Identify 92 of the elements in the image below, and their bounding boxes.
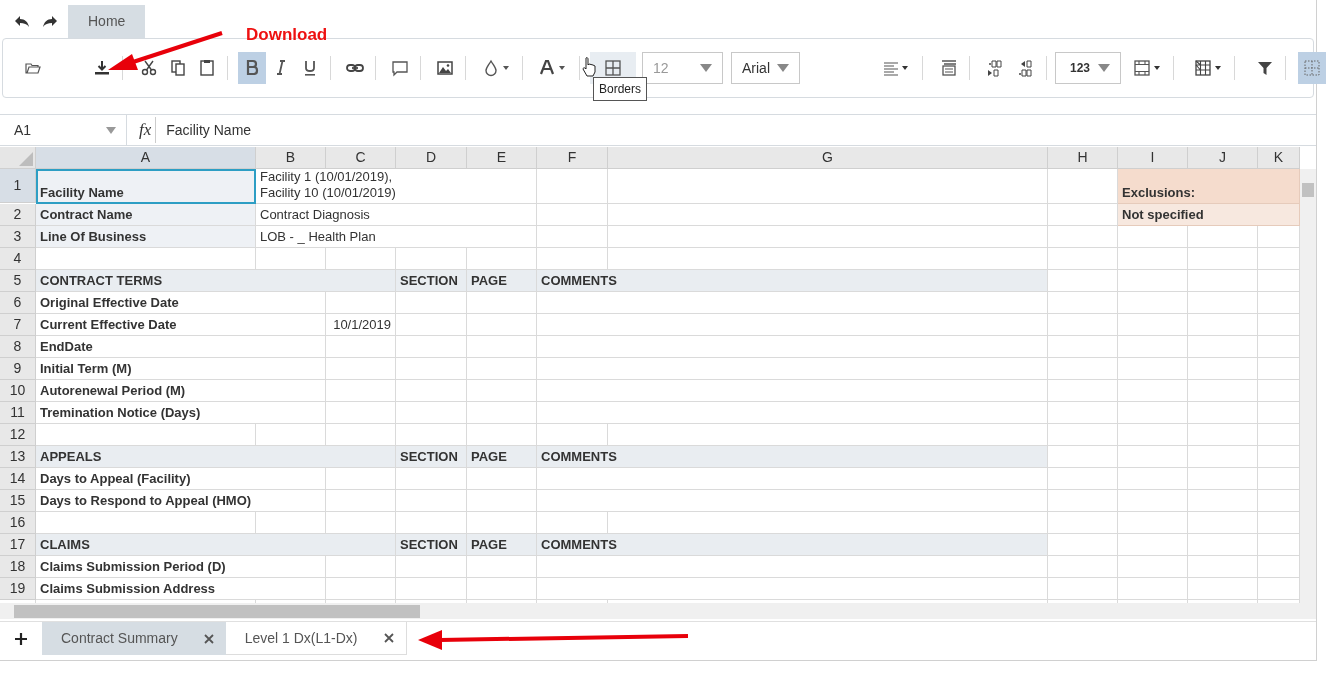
label-cell: Contract Name [36,204,256,226]
copy-icon [168,58,188,78]
column-header[interactable]: D [396,147,467,169]
close-icon[interactable] [383,633,394,643]
column-header[interactable]: C [326,147,396,169]
label-cell: Tremination Notice (Days) [36,402,326,424]
section-heading: CONTRACT TERMS [36,270,396,292]
comment-icon [390,58,410,78]
column-label: SECTION [396,534,467,556]
label-cell: Current Effective Date [36,314,326,336]
sheet-tab[interactable]: Contract Summary [42,622,226,655]
scissors-icon [139,58,159,78]
row-header[interactable]: 4 [0,248,36,270]
row-header[interactable]: 10 [0,380,36,402]
row-header[interactable]: 2 [0,204,36,226]
column-label: PAGE [467,270,537,292]
column-header[interactable]: G [608,147,1048,169]
hand-cursor-icon [582,57,596,77]
table-cell: Facility 1 (10/01/2019), Facility 10 (10/01/2019) [256,169,537,204]
column-label: COMMENTS [537,270,1048,292]
row-header[interactable]: 6 [0,292,36,314]
column-header[interactable]: A [36,147,256,169]
row-header[interactable]: 18 [0,556,36,578]
horizontal-scrollbar[interactable] [0,603,1316,619]
note-cell: Exclusions: [1118,169,1300,204]
row-header[interactable]: 15 [0,490,36,512]
formula-field[interactable]: Facility Name [166,119,1316,141]
clipboard-icon [197,58,217,78]
row-header[interactable]: 17 [0,534,36,556]
vertical-scrollbar[interactable] [1300,169,1316,603]
row-header[interactable]: 14 [0,468,36,490]
label-cell: Line Of Business [36,226,256,248]
column-label: PAGE [467,534,537,556]
name-box[interactable]: A1 [0,115,127,145]
sheet-tab[interactable]: Level 1 Dx(L1-Dx) [225,622,407,655]
label-cell: Claims Submission Address [36,578,326,600]
download-icon [92,58,112,78]
row-header[interactable]: 13 [0,446,36,468]
label-cell: Initial Term (M) [36,358,326,380]
label-cell: Autorenewal Period (M) [36,380,326,402]
column-label: SECTION [396,446,467,468]
grid-icon [603,58,623,78]
ribbon-tab[interactable]: Home [68,5,146,38]
column-header[interactable]: H [1048,147,1118,169]
corner-cell[interactable] [0,147,36,169]
row-header[interactable]: 19 [0,578,36,600]
column-header[interactable]: I [1118,147,1188,169]
gridlines-icon [1302,58,1322,78]
table-style-icon [1193,58,1223,78]
triangle-icon [19,152,33,166]
note-cell: Not specified [1118,204,1300,226]
row-header[interactable]: 3 [0,226,36,248]
table-cell: LOB - _ Health Plan [256,226,537,248]
column-header[interactable]: E [467,147,537,169]
bold-button[interactable] [238,52,266,84]
label-cell: Facility Name [36,169,256,204]
row-header[interactable]: 11 [0,402,36,424]
label-cell: Days to Appeal (Facility) [36,468,326,490]
annotation-label: Download [246,25,328,44]
font-dropdown[interactable]: Arial [731,52,800,84]
label-cell: Days to Respond to Appeal (HMO) [36,490,326,512]
column-label: SECTION [396,270,467,292]
column-header[interactable]: B [256,147,326,169]
label-cell: Claims Submission Period (D) [36,556,326,578]
row-header[interactable]: 12 [0,424,36,446]
table-cell: Contract Diagnosis [256,204,537,226]
function-label: fx [139,117,157,143]
row-header[interactable]: 1 [0,169,36,203]
row-header[interactable]: 5 [0,270,36,292]
row-header[interactable]: 16 [0,512,36,534]
column-header[interactable]: K [1258,147,1300,169]
column-header[interactable]: F [537,147,608,169]
label-cell: Original Effective Date [36,292,326,314]
row-header[interactable]: 8 [0,336,36,358]
column-header[interactable]: J [1188,147,1258,169]
image-icon [435,58,455,78]
tooltip: Borders [593,77,648,101]
section-heading: CLAIMS [36,534,396,556]
close-icon[interactable] [203,633,214,644]
column-label: PAGE [467,446,537,468]
label-cell: EndDate [36,336,326,358]
row-header[interactable]: 9 [0,358,36,380]
section-heading: APPEALS [36,446,396,468]
wrap-text-icon [939,58,959,78]
table-cell: 10/1/2019 [326,314,396,336]
number-format-dropdown[interactable]: 123 [1055,52,1121,84]
column-label: COMMENTS [537,534,1048,556]
merge-cells-icon [1132,58,1162,78]
plus-icon [14,631,28,646]
caret-icon [106,126,116,134]
column-label: COMMENTS [537,446,1048,468]
row-header[interactable]: 7 [0,314,36,336]
